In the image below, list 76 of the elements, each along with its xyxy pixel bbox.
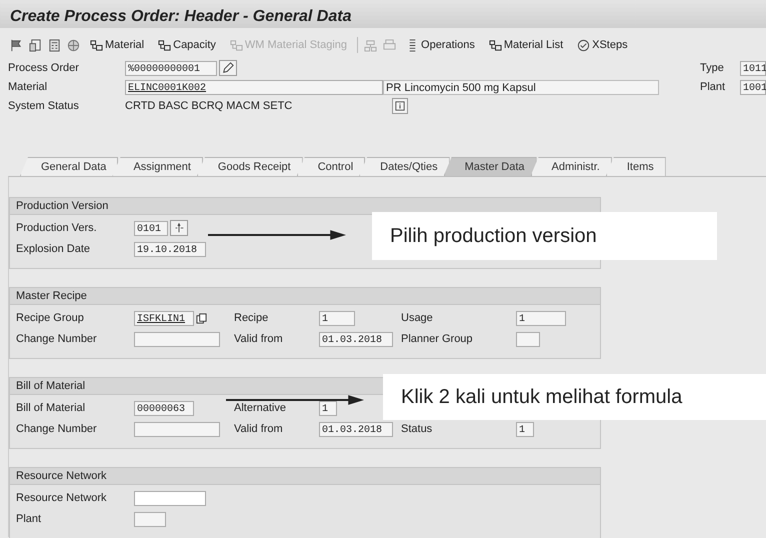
field-label: Recipe <box>234 312 270 324</box>
process-order-field[interactable]: %00000000001 <box>125 60 217 76</box>
field-label: Type <box>700 62 725 74</box>
input-field[interactable]: 01.03.2018 <box>319 422 393 436</box>
window-title: Create Process Order: Header - General Data <box>10 8 352 25</box>
toolbar-button[interactable]: Material List <box>484 38 568 52</box>
pencil-icon <box>222 62 234 74</box>
input-field[interactable]: 1 <box>516 310 566 326</box>
arrow-up-icon <box>173 222 185 234</box>
input-field[interactable]: 00000063 <box>134 400 194 416</box>
info-icon <box>395 101 405 111</box>
tab[interactable]: Dates/Qties <box>359 157 450 176</box>
globe-icon[interactable] <box>67 38 80 52</box>
document-icon[interactable] <box>29 38 42 52</box>
material-field[interactable]: ELINC0001K002 <box>125 80 383 94</box>
input-field[interactable] <box>134 422 220 436</box>
input-field[interactable]: 01.03.2018 <box>319 332 393 346</box>
tab[interactable]: Assignment <box>112 157 203 176</box>
field-label: Change Number <box>16 333 98 345</box>
copy-icon[interactable] <box>196 312 207 324</box>
input-field[interactable]: 1 <box>319 400 337 416</box>
field-label: System Status <box>8 100 80 112</box>
material-description-field: PR Lincomycin 500 mg Kapsul <box>383 80 659 94</box>
field-label: Resource Network <box>16 492 108 504</box>
system-status-text: CRTD BASC BCRQ MACM SETC <box>125 100 294 112</box>
hierarchy-icon <box>158 38 172 52</box>
tab[interactable]: Administr. <box>530 157 612 176</box>
field-label: Bill of Material <box>16 402 86 414</box>
field-label: Material <box>8 81 48 93</box>
tab[interactable]: Master Data <box>444 157 537 176</box>
annotation-text: Klik 2 kali untuk melihat formula <box>383 374 766 420</box>
field-label: Plant <box>700 81 726 93</box>
field-label: Status <box>401 423 434 435</box>
printer-icon[interactable] <box>383 38 396 52</box>
field-label: Production Vers. <box>16 222 98 234</box>
group-title: Master Recipe <box>10 288 600 305</box>
hierarchy-icon <box>90 38 103 52</box>
tab[interactable]: Control <box>296 157 366 176</box>
field-label: Alternative <box>234 402 287 414</box>
field-label: Plant <box>16 513 42 525</box>
search-help-button[interactable] <box>170 220 188 236</box>
field-label: Planner Group <box>401 333 474 345</box>
hierarchy-icon <box>230 38 243 52</box>
input-field[interactable] <box>516 332 540 346</box>
input-field[interactable]: 19.10.2018 <box>134 242 206 256</box>
check-circle-icon <box>577 38 590 52</box>
tab[interactable]: Items <box>606 157 666 176</box>
input-field[interactable]: 1 <box>319 310 355 326</box>
tab[interactable]: Goods Receipt <box>196 157 303 176</box>
field-label: Explosion Date <box>16 243 91 255</box>
input-field[interactable] <box>134 512 166 526</box>
group-title: Production Version <box>10 198 600 215</box>
group-title: Resource Network <box>10 468 600 485</box>
input-field[interactable]: 0101 <box>134 220 168 236</box>
hierarchy-icon[interactable] <box>364 38 378 52</box>
toolbar-button[interactable]: XSteps <box>573 38 632 52</box>
annotation-text: Pilih production version <box>372 212 717 260</box>
input-field[interactable] <box>134 490 206 506</box>
field-label: Process Order <box>8 62 80 74</box>
input-field[interactable] <box>134 332 220 346</box>
input-field[interactable]: ISFKLIN1 <box>134 310 194 326</box>
field-label: Recipe Group <box>16 312 85 324</box>
field-label: Valid from <box>234 423 284 435</box>
field-label: Usage <box>401 312 434 324</box>
field-label: Valid from <box>234 333 284 345</box>
info-button[interactable] <box>392 98 408 114</box>
tab[interactable]: General Data <box>20 157 118 176</box>
edit-button[interactable] <box>219 60 237 76</box>
toolbar-button[interactable]: Capacity <box>154 38 220 52</box>
hierarchy-icon <box>488 38 502 52</box>
input-field[interactable]: 1 <box>516 422 534 436</box>
flag-icon[interactable] <box>10 38 23 52</box>
toolbar-button[interactable]: Operations <box>402 38 479 52</box>
calculator-icon[interactable] <box>48 38 61 52</box>
toolbar-button[interactable]: Material <box>86 38 148 52</box>
field-label: Change Number <box>16 423 98 435</box>
